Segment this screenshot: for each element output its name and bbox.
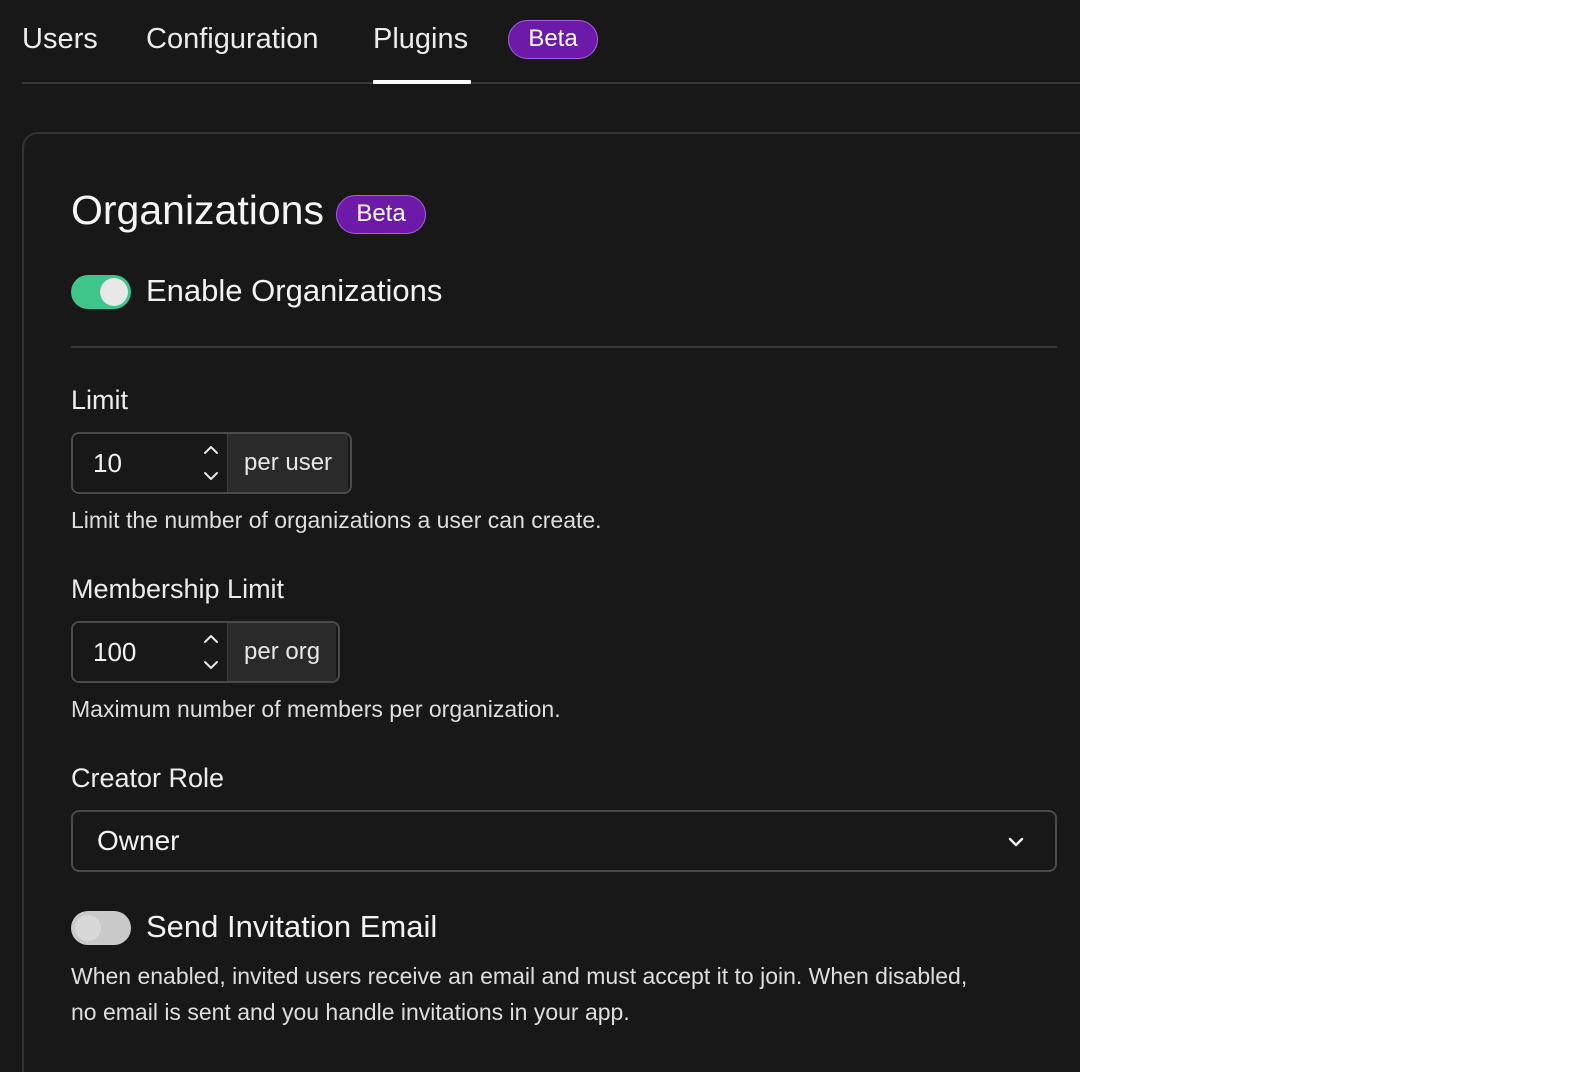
tab-plugins[interactable]: Plugins (373, 20, 468, 58)
increment-icon[interactable] (201, 438, 221, 462)
plugins-beta-badge: Beta (508, 20, 598, 59)
limit-help: Limit the number of organizations a user… (71, 507, 602, 533)
tab-configuration[interactable]: Configuration (146, 20, 319, 58)
toggle-knob (74, 914, 102, 942)
section-title: Organizations (71, 187, 324, 233)
enable-organizations-label: Enable Organizations (146, 273, 443, 308)
membership-limit-input[interactable]: 100 (73, 623, 228, 681)
creator-role-label: Creator Role (71, 763, 225, 793)
increment-icon[interactable] (201, 627, 221, 651)
send-invitation-email-label: Send Invitation Email (146, 909, 438, 944)
creator-role-select[interactable]: Owner (71, 810, 1057, 872)
decrement-icon[interactable] (201, 464, 221, 488)
limit-input[interactable]: 10 (73, 434, 228, 492)
active-tab-indicator (373, 80, 471, 84)
membership-limit-label: Membership Limit (71, 574, 285, 604)
limit-input-group: 10 per user (71, 432, 352, 494)
creator-role-value: Owner (97, 825, 180, 856)
toggle-knob (100, 278, 128, 306)
tab-users[interactable]: Users (22, 20, 98, 58)
plugins-panel: Users Configuration Plugins Beta Organiz… (0, 0, 1080, 1072)
membership-limit-stepper (201, 627, 221, 677)
limit-unit: per user (228, 434, 349, 492)
membership-limit-unit: per org (228, 623, 337, 681)
section-beta-badge: Beta (336, 195, 426, 234)
send-invitation-email-help-line1: When enabled, invited users receive an e… (71, 963, 968, 989)
limit-label: Limit (71, 385, 129, 415)
send-invitation-email-toggle[interactable] (71, 911, 131, 945)
limit-stepper (201, 438, 221, 488)
chevron-down-icon (1005, 831, 1027, 853)
membership-limit-help: Maximum number of members per organizati… (71, 696, 561, 722)
tab-bar: Users Configuration Plugins Beta (22, 0, 1080, 84)
membership-limit-input-group: 100 per org (71, 621, 340, 683)
section-divider (71, 346, 1057, 348)
decrement-icon[interactable] (201, 653, 221, 677)
send-invitation-email-help-line2: no email is sent and you handle invitati… (71, 999, 630, 1025)
membership-limit-value: 100 (93, 637, 137, 667)
limit-value: 10 (93, 448, 122, 478)
enable-organizations-toggle[interactable] (71, 275, 131, 309)
